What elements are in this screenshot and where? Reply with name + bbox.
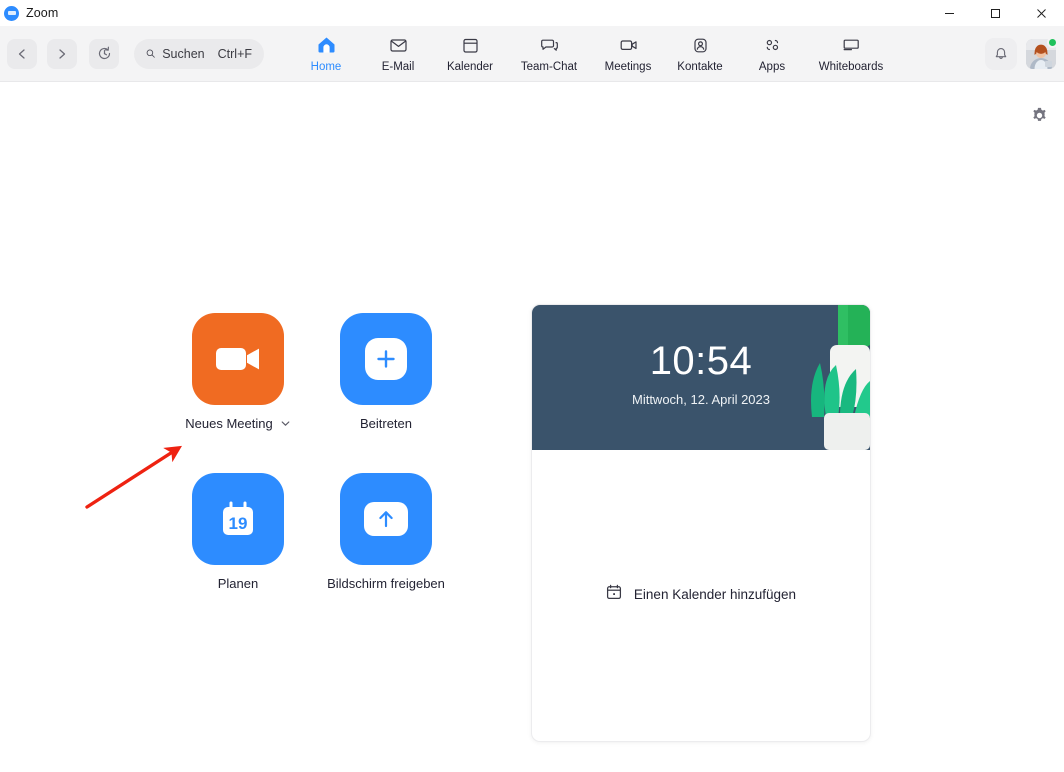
home-card: 10:54 Mittwoch, 12. April 2023 Einen Kal… (531, 304, 871, 742)
schedule-button[interactable]: 19 Planen (192, 473, 284, 633)
window-controls (926, 0, 1064, 26)
quick-actions: Neues Meeting Beitreten 19 Planen Bildsc… (185, 313, 488, 633)
plus-icon (365, 338, 407, 380)
tab-kalender-label: Kalender (446, 60, 494, 73)
join-tile (340, 313, 432, 405)
nav-tabs: Home E-Mail Kalender Team-Chat Meetings … (290, 26, 894, 82)
gear-icon (1032, 107, 1046, 121)
settings-button[interactable] (1026, 102, 1052, 128)
join-button[interactable]: Beitreten (340, 313, 432, 473)
tab-whiteboards[interactable]: Whiteboards (808, 32, 894, 73)
status-badge (1047, 37, 1058, 48)
main-content: Neues Meeting Beitreten 19 Planen Bildsc… (0, 82, 1064, 772)
new-meeting-button[interactable]: Neues Meeting (185, 313, 290, 473)
calendar-day-number: 19 (229, 514, 248, 533)
card-body: Einen Kalender hinzufügen (532, 450, 870, 741)
notifications-button[interactable] (985, 38, 1017, 70)
forward-button[interactable] (47, 38, 77, 69)
tab-email[interactable]: E-Mail (362, 32, 434, 73)
tab-kalender[interactable]: Kalender (434, 32, 506, 73)
search-icon (146, 49, 155, 58)
main-toolbar: Suchen Ctrl+F Home E-Mail Kalender Team-… (0, 26, 1064, 82)
tab-meetings[interactable]: Meetings (592, 32, 664, 73)
minimize-icon (944, 12, 954, 14)
avatar[interactable] (1026, 37, 1058, 69)
history-button[interactable] (89, 38, 119, 69)
add-calendar-button[interactable]: Einen Kalender hinzufügen (606, 584, 796, 605)
chevron-right-icon (59, 48, 66, 59)
bell-icon (995, 48, 1007, 59)
maximize-icon (990, 8, 1000, 18)
tab-team-chat-label: Team-Chat (520, 60, 578, 73)
video-camera-icon (618, 34, 639, 56)
close-icon (1036, 8, 1046, 18)
apps-icon (762, 34, 783, 56)
share-screen-tile (340, 473, 432, 565)
home-icon (316, 34, 337, 56)
tab-kontakte-label: Kontakte (677, 60, 723, 73)
back-button[interactable] (7, 38, 37, 69)
join-label: Beitreten (359, 416, 413, 431)
search-placeholder: Suchen (162, 46, 205, 61)
chat-bubble-icon (539, 34, 560, 56)
search-input[interactable]: Suchen Ctrl+F (134, 38, 264, 69)
person-icon (690, 34, 711, 56)
calendar-icon (606, 584, 622, 605)
title-bar: Zoom (0, 0, 1064, 26)
new-meeting-tile (192, 313, 284, 405)
tab-meetings-label: Meetings (604, 60, 652, 73)
tab-apps[interactable]: Apps (736, 32, 808, 73)
zoom-logo (4, 5, 19, 21)
maximize-button[interactable] (972, 0, 1018, 26)
schedule-tile: 19 (192, 473, 284, 565)
tab-kontakte[interactable]: Kontakte (664, 32, 736, 73)
app-title: Zoom (26, 6, 59, 20)
minimize-button[interactable] (926, 0, 972, 26)
clock-widget: 10:54 Mittwoch, 12. April 2023 (532, 305, 870, 450)
tab-home-label: Home (310, 60, 342, 73)
close-button[interactable] (1018, 0, 1064, 26)
toolbar-right-group (985, 26, 1058, 82)
share-screen-label: Bildschirm freigeben (327, 576, 445, 591)
schedule-label: Planen (217, 576, 259, 591)
chevron-left-icon (18, 48, 25, 59)
share-screen-button[interactable]: Bildschirm freigeben (327, 473, 445, 633)
chevron-down-icon[interactable] (280, 418, 291, 429)
video-camera-icon (216, 348, 259, 370)
calendar-19-icon: 19 (223, 501, 253, 535)
add-calendar-label: Einen Kalender hinzufügen (633, 586, 797, 602)
mail-icon (388, 34, 409, 56)
tab-apps-label: Apps (758, 60, 786, 73)
clock-date: Mittwoch, 12. April 2023 (631, 392, 771, 407)
tab-home[interactable]: Home (290, 32, 362, 73)
search-shortcut: Ctrl+F (217, 46, 252, 61)
clock-time: 10:54 (649, 339, 753, 383)
new-meeting-label: Neues Meeting (185, 416, 273, 431)
whiteboard-icon (841, 34, 862, 56)
tab-whiteboards-label: Whiteboards (818, 60, 884, 73)
tab-team-chat[interactable]: Team-Chat (506, 32, 592, 73)
share-screen-arrow-up-icon (364, 502, 408, 536)
history-clock-icon (98, 46, 110, 60)
calendar-icon (460, 34, 481, 56)
tab-email-label: E-Mail (381, 60, 415, 73)
red-arrow-icon (85, 445, 183, 509)
